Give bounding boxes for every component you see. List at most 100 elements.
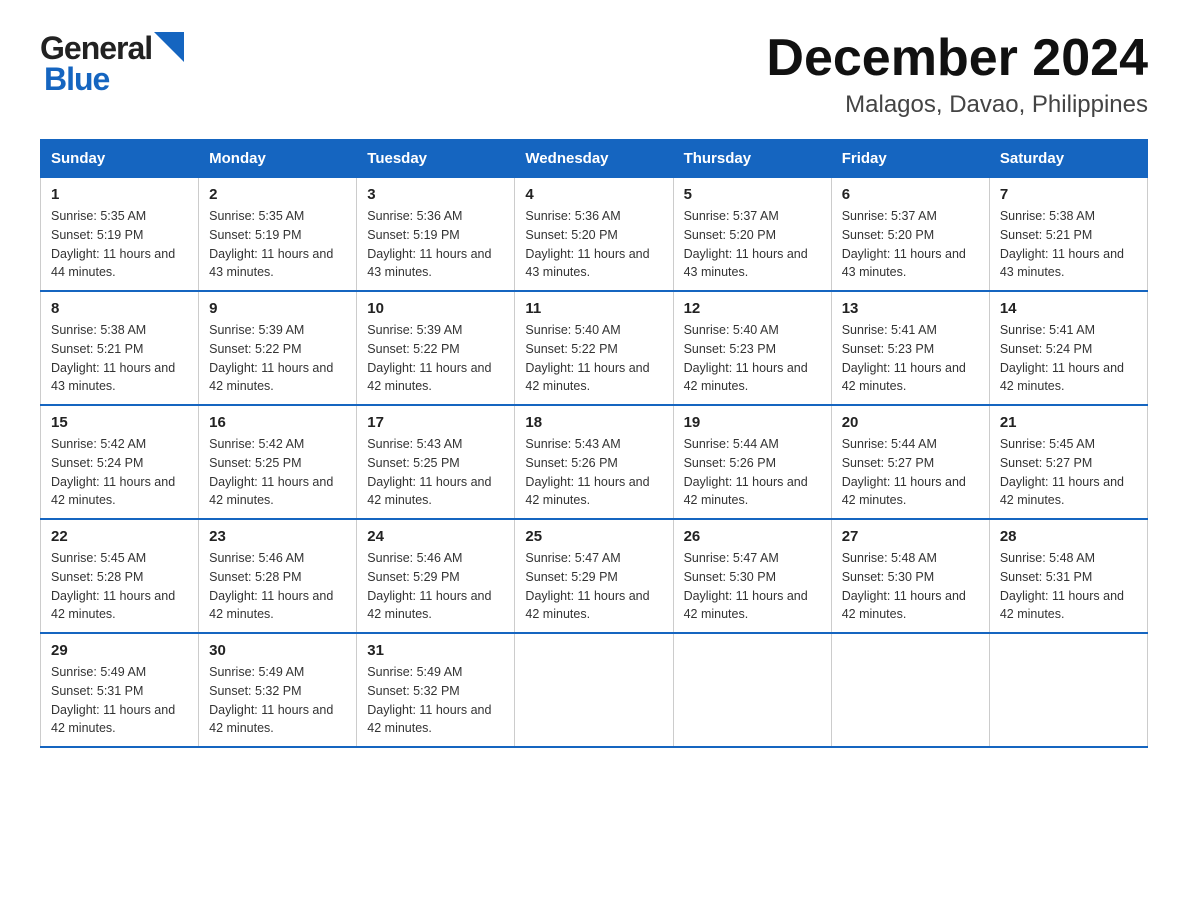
day-cell-9: 9 Sunrise: 5:39 AMSunset: 5:22 PMDaylight…	[199, 291, 357, 405]
day-info: Sunrise: 5:36 AMSunset: 5:19 PMDaylight:…	[367, 207, 504, 282]
day-number: 11	[525, 300, 662, 317]
day-number: 2	[209, 186, 346, 203]
weekday-header-row: SundayMondayTuesdayWednesdayThursdayFrid…	[41, 140, 1148, 178]
day-info: Sunrise: 5:38 AMSunset: 5:21 PMDaylight:…	[51, 321, 188, 396]
day-cell-23: 23 Sunrise: 5:46 AMSunset: 5:28 PMDayligh…	[199, 519, 357, 633]
day-info: Sunrise: 5:49 AMSunset: 5:31 PMDaylight:…	[51, 663, 188, 738]
page-header: General Blue December 2024 Malagos, Dava…	[40, 30, 1148, 119]
day-info: Sunrise: 5:42 AMSunset: 5:25 PMDaylight:…	[209, 435, 346, 510]
day-info: Sunrise: 5:41 AMSunset: 5:23 PMDaylight:…	[842, 321, 979, 396]
day-info: Sunrise: 5:45 AMSunset: 5:28 PMDaylight:…	[51, 549, 188, 624]
day-cell-30: 30 Sunrise: 5:49 AMSunset: 5:32 PMDayligh…	[199, 633, 357, 747]
day-cell-15: 15 Sunrise: 5:42 AMSunset: 5:24 PMDayligh…	[41, 405, 199, 519]
weekday-header-wednesday: Wednesday	[515, 140, 673, 178]
day-number: 31	[367, 642, 504, 659]
day-number: 6	[842, 186, 979, 203]
day-cell-13: 13 Sunrise: 5:41 AMSunset: 5:23 PMDayligh…	[831, 291, 989, 405]
day-cell-2: 2Sunrise: 5:35 AMSunset: 5:19 PMDaylight…	[199, 178, 357, 292]
day-cell-22: 22 Sunrise: 5:45 AMSunset: 5:28 PMDayligh…	[41, 519, 199, 633]
day-info: Sunrise: 5:46 AMSunset: 5:29 PMDaylight:…	[367, 549, 504, 624]
day-number: 1	[51, 186, 188, 203]
day-number: 27	[842, 528, 979, 545]
day-info: Sunrise: 5:36 AMSunset: 5:20 PMDaylight:…	[525, 207, 662, 282]
calendar-table: SundayMondayTuesdayWednesdayThursdayFrid…	[40, 139, 1148, 748]
day-number: 17	[367, 414, 504, 431]
day-info: Sunrise: 5:35 AMSunset: 5:19 PMDaylight:…	[51, 207, 188, 282]
weekday-header-thursday: Thursday	[673, 140, 831, 178]
calendar-subtitle: Malagos, Davao, Philippines	[766, 91, 1148, 119]
day-number: 3	[367, 186, 504, 203]
day-info: Sunrise: 5:37 AMSunset: 5:20 PMDaylight:…	[842, 207, 979, 282]
day-number: 20	[842, 414, 979, 431]
day-cell-29: 29 Sunrise: 5:49 AMSunset: 5:31 PMDayligh…	[41, 633, 199, 747]
week-row-5: 29 Sunrise: 5:49 AMSunset: 5:31 PMDayligh…	[41, 633, 1148, 747]
day-info: Sunrise: 5:39 AMSunset: 5:22 PMDaylight:…	[209, 321, 346, 396]
day-number: 18	[525, 414, 662, 431]
day-cell-31: 31 Sunrise: 5:49 AMSunset: 5:32 PMDayligh…	[357, 633, 515, 747]
day-cell-11: 11 Sunrise: 5:40 AMSunset: 5:22 PMDayligh…	[515, 291, 673, 405]
weekday-header-monday: Monday	[199, 140, 357, 178]
empty-cell	[515, 633, 673, 747]
day-number: 7	[1000, 186, 1137, 203]
day-number: 23	[209, 528, 346, 545]
day-number: 29	[51, 642, 188, 659]
day-info: Sunrise: 5:44 AMSunset: 5:26 PMDaylight:…	[684, 435, 821, 510]
logo-blue-text: Blue	[44, 61, 109, 98]
week-row-4: 22 Sunrise: 5:45 AMSunset: 5:28 PMDayligh…	[41, 519, 1148, 633]
day-info: Sunrise: 5:49 AMSunset: 5:32 PMDaylight:…	[367, 663, 504, 738]
day-cell-28: 28 Sunrise: 5:48 AMSunset: 5:31 PMDayligh…	[989, 519, 1147, 633]
week-row-1: 1 Sunrise: 5:35 AMSunset: 5:19 PMDaylight…	[41, 178, 1148, 292]
day-cell-10: 10Sunrise: 5:39 AMSunset: 5:22 PMDayligh…	[357, 291, 515, 405]
day-info: Sunrise: 5:43 AMSunset: 5:25 PMDaylight:…	[367, 435, 504, 510]
day-number: 9	[209, 300, 346, 317]
day-number: 4	[525, 186, 662, 203]
empty-cell	[989, 633, 1147, 747]
day-info: Sunrise: 5:48 AMSunset: 5:31 PMDaylight:…	[1000, 549, 1137, 624]
day-number: 28	[1000, 528, 1137, 545]
title-block: December 2024 Malagos, Davao, Philippine…	[766, 30, 1148, 119]
day-cell-8: 8 Sunrise: 5:38 AMSunset: 5:21 PMDaylight…	[41, 291, 199, 405]
day-info: Sunrise: 5:44 AMSunset: 5:27 PMDaylight:…	[842, 435, 979, 510]
week-row-2: 8 Sunrise: 5:38 AMSunset: 5:21 PMDaylight…	[41, 291, 1148, 405]
empty-cell	[673, 633, 831, 747]
day-cell-4: 4 Sunrise: 5:36 AMSunset: 5:20 PMDaylight…	[515, 178, 673, 292]
day-number: 15	[51, 414, 188, 431]
day-number: 24	[367, 528, 504, 545]
day-info: Sunrise: 5:46 AMSunset: 5:28 PMDaylight:…	[209, 549, 346, 624]
day-number: 10	[367, 300, 504, 317]
weekday-header-friday: Friday	[831, 140, 989, 178]
calendar-title: December 2024	[766, 30, 1148, 87]
day-number: 8	[51, 300, 188, 317]
day-number: 30	[209, 642, 346, 659]
weekday-header-saturday: Saturday	[989, 140, 1147, 178]
day-cell-21: 21 Sunrise: 5:45 AMSunset: 5:27 PMDayligh…	[989, 405, 1147, 519]
day-number: 19	[684, 414, 821, 431]
day-number: 21	[1000, 414, 1137, 431]
day-number: 22	[51, 528, 188, 545]
day-number: 25	[525, 528, 662, 545]
week-row-3: 15 Sunrise: 5:42 AMSunset: 5:24 PMDayligh…	[41, 405, 1148, 519]
day-cell-24: 24 Sunrise: 5:46 AMSunset: 5:29 PMDayligh…	[357, 519, 515, 633]
day-info: Sunrise: 5:42 AMSunset: 5:24 PMDaylight:…	[51, 435, 188, 510]
day-info: Sunrise: 5:45 AMSunset: 5:27 PMDaylight:…	[1000, 435, 1137, 510]
day-cell-27: 27 Sunrise: 5:48 AMSunset: 5:30 PMDayligh…	[831, 519, 989, 633]
day-cell-19: 19 Sunrise: 5:44 AMSunset: 5:26 PMDayligh…	[673, 405, 831, 519]
day-cell-16: 16Sunrise: 5:42 AMSunset: 5:25 PMDayligh…	[199, 405, 357, 519]
day-info: Sunrise: 5:47 AMSunset: 5:30 PMDaylight:…	[684, 549, 821, 624]
day-info: Sunrise: 5:40 AMSunset: 5:22 PMDaylight:…	[525, 321, 662, 396]
day-cell-17: 17 Sunrise: 5:43 AMSunset: 5:25 PMDayligh…	[357, 405, 515, 519]
empty-cell	[831, 633, 989, 747]
weekday-header-sunday: Sunday	[41, 140, 199, 178]
day-info: Sunrise: 5:47 AMSunset: 5:29 PMDaylight:…	[525, 549, 662, 624]
day-info: Sunrise: 5:38 AMSunset: 5:21 PMDaylight:…	[1000, 207, 1137, 282]
day-info: Sunrise: 5:49 AMSunset: 5:32 PMDaylight:…	[209, 663, 346, 738]
day-number: 12	[684, 300, 821, 317]
day-number: 13	[842, 300, 979, 317]
logo: General Blue	[40, 30, 184, 98]
day-cell-18: 18Sunrise: 5:43 AMSunset: 5:26 PMDayligh…	[515, 405, 673, 519]
weekday-header-tuesday: Tuesday	[357, 140, 515, 178]
day-cell-5: 5Sunrise: 5:37 AMSunset: 5:20 PMDaylight…	[673, 178, 831, 292]
day-info: Sunrise: 5:37 AMSunset: 5:20 PMDaylight:…	[684, 207, 821, 282]
day-info: Sunrise: 5:48 AMSunset: 5:30 PMDaylight:…	[842, 549, 979, 624]
day-cell-25: 25 Sunrise: 5:47 AMSunset: 5:29 PMDayligh…	[515, 519, 673, 633]
